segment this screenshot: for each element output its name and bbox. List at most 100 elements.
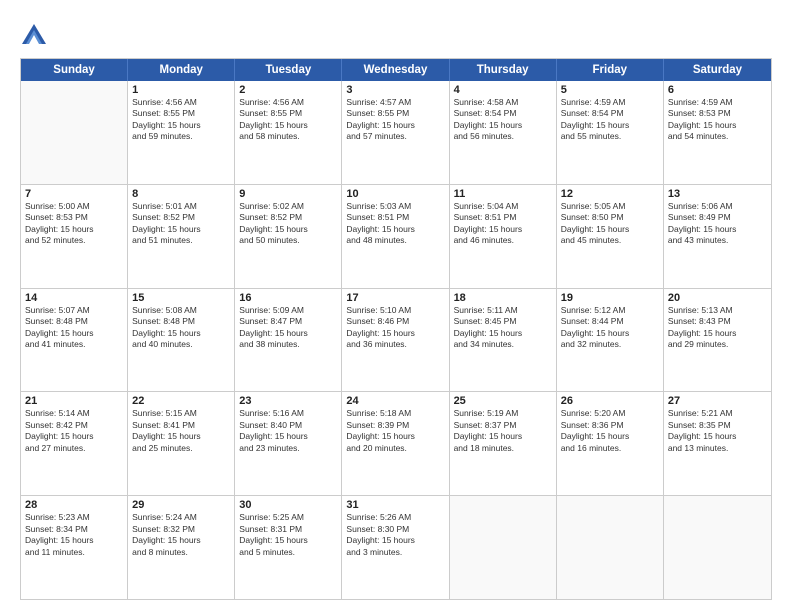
cell-info-line: Sunset: 8:37 PM (454, 420, 552, 431)
cell-info-line: Sunrise: 4:59 AM (668, 97, 767, 108)
cell-info-line: Daylight: 15 hours (668, 431, 767, 442)
cell-info-line: Daylight: 15 hours (454, 328, 552, 339)
calendar-header: SundayMondayTuesdayWednesdayThursdayFrid… (21, 59, 771, 81)
calendar-cell: 4Sunrise: 4:58 AMSunset: 8:54 PMDaylight… (450, 81, 557, 184)
cell-info-line: Sunrise: 5:20 AM (561, 408, 659, 419)
day-number: 17 (346, 292, 444, 304)
cell-info-line: Sunrise: 5:13 AM (668, 305, 767, 316)
cell-info-line: Sunset: 8:55 PM (346, 108, 444, 119)
cell-info-line: Sunset: 8:48 PM (132, 316, 230, 327)
cell-info-line: Sunrise: 4:58 AM (454, 97, 552, 108)
day-number: 22 (132, 395, 230, 407)
cell-info-line: Sunset: 8:51 PM (454, 212, 552, 223)
cell-info-line: Sunset: 8:32 PM (132, 524, 230, 535)
calendar-cell (21, 81, 128, 184)
cell-info-line: Daylight: 15 hours (132, 120, 230, 131)
cell-info-line: Daylight: 15 hours (239, 224, 337, 235)
day-number: 29 (132, 499, 230, 511)
cell-info-line: Sunrise: 5:00 AM (25, 201, 123, 212)
cell-info-line: and 52 minutes. (25, 235, 123, 246)
cell-info-line: and 13 minutes. (668, 443, 767, 454)
cell-info-line: Daylight: 15 hours (25, 535, 123, 546)
calendar-cell (664, 496, 771, 599)
cell-info-line: and 27 minutes. (25, 443, 123, 454)
calendar-cell: 13Sunrise: 5:06 AMSunset: 8:49 PMDayligh… (664, 185, 771, 288)
cell-info-line: Daylight: 15 hours (346, 328, 444, 339)
cell-info-line: and 8 minutes. (132, 547, 230, 558)
day-number: 11 (454, 188, 552, 200)
calendar-row: 7Sunrise: 5:00 AMSunset: 8:53 PMDaylight… (21, 185, 771, 289)
calendar-cell: 3Sunrise: 4:57 AMSunset: 8:55 PMDaylight… (342, 81, 449, 184)
day-number: 8 (132, 188, 230, 200)
cell-info-line: Daylight: 15 hours (561, 328, 659, 339)
calendar-cell: 29Sunrise: 5:24 AMSunset: 8:32 PMDayligh… (128, 496, 235, 599)
cell-info-line: Daylight: 15 hours (561, 224, 659, 235)
page: SundayMondayTuesdayWednesdayThursdayFrid… (0, 0, 792, 612)
cell-info-line: Sunrise: 5:16 AM (239, 408, 337, 419)
calendar-row: 28Sunrise: 5:23 AMSunset: 8:34 PMDayligh… (21, 496, 771, 599)
cell-info-line: and 41 minutes. (25, 339, 123, 350)
cell-info-line: Sunrise: 5:12 AM (561, 305, 659, 316)
cell-info-line: and 23 minutes. (239, 443, 337, 454)
cell-info-line: Sunrise: 5:15 AM (132, 408, 230, 419)
cell-info-line: Daylight: 15 hours (132, 328, 230, 339)
cell-info-line: Daylight: 15 hours (346, 431, 444, 442)
day-number: 30 (239, 499, 337, 511)
cell-info-line: Sunset: 8:43 PM (668, 316, 767, 327)
cell-info-line: Sunset: 8:54 PM (454, 108, 552, 119)
cell-info-line: Sunrise: 4:56 AM (132, 97, 230, 108)
calendar-cell: 25Sunrise: 5:19 AMSunset: 8:37 PMDayligh… (450, 392, 557, 495)
calendar-cell (450, 496, 557, 599)
cell-info-line: Sunrise: 4:57 AM (346, 97, 444, 108)
cell-info-line: Sunset: 8:54 PM (561, 108, 659, 119)
cell-info-line: Sunset: 8:40 PM (239, 420, 337, 431)
cell-info-line: Sunrise: 5:10 AM (346, 305, 444, 316)
cell-info-line: and 56 minutes. (454, 131, 552, 142)
weekday-header: Monday (128, 59, 235, 81)
day-number: 23 (239, 395, 337, 407)
cell-info-line: Sunrise: 4:56 AM (239, 97, 337, 108)
day-number: 15 (132, 292, 230, 304)
cell-info-line: Sunrise: 5:06 AM (668, 201, 767, 212)
cell-info-line: Daylight: 15 hours (132, 431, 230, 442)
cell-info-line: Daylight: 15 hours (561, 431, 659, 442)
calendar-cell: 21Sunrise: 5:14 AMSunset: 8:42 PMDayligh… (21, 392, 128, 495)
cell-info-line: and 18 minutes. (454, 443, 552, 454)
cell-info-line: Daylight: 15 hours (561, 120, 659, 131)
cell-info-line: Sunset: 8:30 PM (346, 524, 444, 535)
cell-info-line: Sunset: 8:47 PM (239, 316, 337, 327)
header (20, 18, 772, 50)
cell-info-line: and 58 minutes. (239, 131, 337, 142)
day-number: 5 (561, 84, 659, 96)
cell-info-line: and 34 minutes. (454, 339, 552, 350)
cell-info-line: Sunset: 8:52 PM (132, 212, 230, 223)
calendar-cell: 14Sunrise: 5:07 AMSunset: 8:48 PMDayligh… (21, 289, 128, 392)
cell-info-line: Sunrise: 5:21 AM (668, 408, 767, 419)
day-number: 27 (668, 395, 767, 407)
day-number: 1 (132, 84, 230, 96)
calendar-cell: 18Sunrise: 5:11 AMSunset: 8:45 PMDayligh… (450, 289, 557, 392)
cell-info-line: and 50 minutes. (239, 235, 337, 246)
cell-info-line: Sunrise: 5:07 AM (25, 305, 123, 316)
cell-info-line: and 16 minutes. (561, 443, 659, 454)
day-number: 12 (561, 188, 659, 200)
day-number: 25 (454, 395, 552, 407)
cell-info-line: and 29 minutes. (668, 339, 767, 350)
day-number: 3 (346, 84, 444, 96)
cell-info-line: Daylight: 15 hours (132, 224, 230, 235)
cell-info-line: Sunset: 8:31 PM (239, 524, 337, 535)
cell-info-line: Sunset: 8:55 PM (239, 108, 337, 119)
cell-info-line: Sunset: 8:42 PM (25, 420, 123, 431)
day-number: 31 (346, 499, 444, 511)
cell-info-line: Sunset: 8:49 PM (668, 212, 767, 223)
calendar-cell: 7Sunrise: 5:00 AMSunset: 8:53 PMDaylight… (21, 185, 128, 288)
cell-info-line: Daylight: 15 hours (239, 431, 337, 442)
cell-info-line: Daylight: 15 hours (239, 328, 337, 339)
cell-info-line: Sunrise: 5:11 AM (454, 305, 552, 316)
cell-info-line: Daylight: 15 hours (668, 328, 767, 339)
weekday-header: Friday (557, 59, 664, 81)
calendar-cell: 5Sunrise: 4:59 AMSunset: 8:54 PMDaylight… (557, 81, 664, 184)
calendar-cell: 10Sunrise: 5:03 AMSunset: 8:51 PMDayligh… (342, 185, 449, 288)
cell-info-line: Sunrise: 5:09 AM (239, 305, 337, 316)
cell-info-line: Sunrise: 5:19 AM (454, 408, 552, 419)
